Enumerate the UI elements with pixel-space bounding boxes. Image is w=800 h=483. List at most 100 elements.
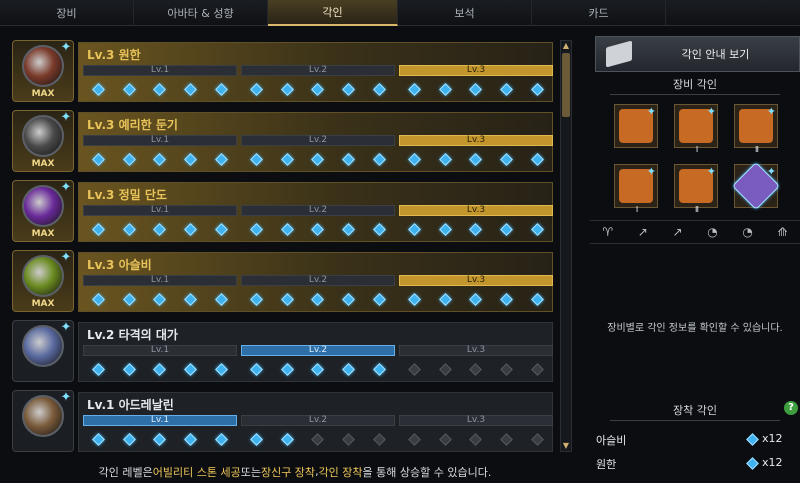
node-group [241,81,395,97]
mounted-engraving-row: 원한 x12 [596,456,786,472]
max-label: MAX [31,89,55,99]
engraving-node-icon [250,152,263,166]
engraving-node-icon [153,82,167,96]
engraving-node-icon [215,222,228,236]
engraving-guide-label: 각인 안내 보기 [681,48,750,61]
scroll-up-icon[interactable]: ▲ [561,41,571,51]
engraving-node-icon [92,362,105,376]
engraving-list-scrollbar[interactable]: ▲ ▼ [560,40,572,452]
engraving-node-icon [408,432,421,446]
max-label: MAX [31,229,55,239]
ring-1-filter-icon[interactable]: ◔ [707,225,717,239]
engraving-node-icon [250,432,263,446]
sparkle-badge-icon: ✦ [706,165,716,178]
engraving-guide-button[interactable]: 각인 안내 보기 [595,36,800,72]
level-segment: Lv.3 [399,65,553,76]
engraving-node-icon [469,82,483,96]
equip-hint-text: 장비별로 각인 정보를 확인할 수 있습니다. [607,323,783,334]
engraving-node-icon [500,362,514,376]
node-group [83,151,237,167]
engraving-orb-icon [22,185,64,227]
engraving-node-icon [342,432,356,446]
engraving-info-panel: Lv.3 정밀 단도 Lv.1 Lv.2 Lv.3 [78,182,553,242]
engraving-row[interactable]: ✦ MAX Lv.3 정밀 단도 Lv.1 Lv.2 Lv.3 [8,178,553,242]
engraving-node-icon [184,152,198,166]
tab-engraving[interactable]: 각인 [268,0,398,26]
engraving-node-icon [250,222,263,236]
level-segment: Lv.2 [241,65,395,76]
equipment-slot[interactable]: ✦ Ⅰ [674,104,718,154]
tab-avatar-tendency[interactable]: 아바타 & 성향 [134,0,268,26]
engraving-node-icon [746,433,759,446]
engraving-node-icon [469,362,483,376]
tab-gems[interactable]: 보석 [398,0,532,26]
level-segment: Lv.1 [83,135,237,146]
footer-text-prefix: 각인 레벨은 [98,465,153,479]
equipment-slot[interactable]: ✦ [731,161,781,211]
equip-engraving-title: 장비 각인 [673,78,717,91]
engraving-node-icon [342,152,356,166]
node-group [83,361,237,377]
engraving-orb-icon [22,395,64,437]
engraving-node-icon [184,292,198,306]
earring-1-filter-icon[interactable]: ↗ [638,225,648,239]
engraving-node-icon [153,432,167,446]
engraving-info-panel: Lv.3 원한 Lv.1 Lv.2 Lv.3 [78,42,553,102]
equipment-slot[interactable]: ✦ Ⅰ [614,164,658,214]
slot-index-label: Ⅱ [755,145,759,154]
level-segment: Lv.1 [83,275,237,286]
engraving-node-icon [408,82,421,96]
max-label: MAX [31,299,55,309]
node-group [83,221,237,237]
level-segment: Lv.3 [399,275,553,286]
mounted-engraving-value: x12 [762,456,783,469]
scrollbar-thumb[interactable] [562,53,570,117]
mounted-engraving-name: 아슬비 [596,434,627,447]
engraving-node-icon [215,152,228,166]
node-group [83,431,237,447]
engraving-node-icon [280,292,294,306]
equipment-slot[interactable]: ✦ Ⅱ [734,104,778,154]
engraving-node-icon [531,292,544,306]
scroll-down-icon[interactable]: ▼ [561,441,571,451]
engraving-node-icon [184,362,198,376]
engraving-node-icon [500,432,514,446]
engraving-row[interactable]: ✦ MAX Lv.3 아슬비 Lv.1 Lv.2 Lv.3 [8,248,553,312]
engraving-node-icon [92,222,105,236]
engraving-side-panel: 각인 안내 보기 장비 각인 ✦ ✦ Ⅰ ✦ Ⅱ ✦ Ⅰ ✦ Ⅱ ✦ ♈ ↗ ↗ ◔ ◔ ⟰ 장비별로 각인… [590,34,800,483]
engraving-node-icon [280,152,294,166]
engraving-node-icon [373,292,386,306]
engraving-row[interactable]: ✦ MAX Lv.3 예리한 둔기 Lv.1 Lv.2 Lv.3 [8,108,553,172]
sparkle-badge-icon: ✦ [766,165,776,178]
equipment-slot[interactable]: ✦ [614,104,658,148]
equipment-slot[interactable]: ✦ Ⅱ [674,164,718,214]
help-icon[interactable]: ? [784,401,798,415]
level-segment: Lv.3 [399,345,553,356]
engraving-node-icon [250,292,263,306]
engraving-title: Lv.3 원한 [87,48,141,62]
engraving-node-icon [408,362,421,376]
tab-cards[interactable]: 카드 [532,0,666,26]
engraving-row[interactable]: ✦ MAX Lv.3 원한 Lv.1 Lv.2 Lv.3 [8,38,553,102]
stone-filter-icon[interactable]: ⟰ [778,225,788,239]
engraving-node-icon [746,457,759,470]
ring-2-filter-icon[interactable]: ◔ [742,225,752,239]
sparkle-badge-icon: ✦ [60,110,72,125]
engraving-node-icon [122,222,136,236]
engraving-node-icon [438,292,452,306]
necklace-filter-icon[interactable]: ♈ [602,225,613,239]
engraving-title: Lv.3 아슬비 [87,258,152,272]
tab-equipment[interactable]: 장비 [0,0,134,26]
earring-2-filter-icon[interactable]: ↗ [673,225,683,239]
node-group [399,361,553,377]
engraving-row[interactable]: ✦ Lv.2 타격의 대가 Lv.1 Lv.2 Lv.3 [8,318,553,382]
mounted-engraving-value: x12 [762,432,783,445]
engraving-node-icon [250,362,263,376]
sparkle-badge-icon: ✦ [60,250,72,265]
engraving-list: ✦ MAX Lv.3 원한 Lv.1 Lv.2 Lv.3 ✦ MAX Lv.3 예리한 둔기 Lv… [8,38,553,458]
sparkle-badge-icon: ✦ [646,105,656,118]
engraving-node-icon [184,222,198,236]
node-group [241,431,395,447]
equipment-filter-row: ♈ ↗ ↗ ◔ ◔ ⟰ [590,220,800,244]
engraving-row[interactable]: ✦ Lv.1 아드레날린 Lv.1 Lv.2 Lv.3 [8,388,553,452]
